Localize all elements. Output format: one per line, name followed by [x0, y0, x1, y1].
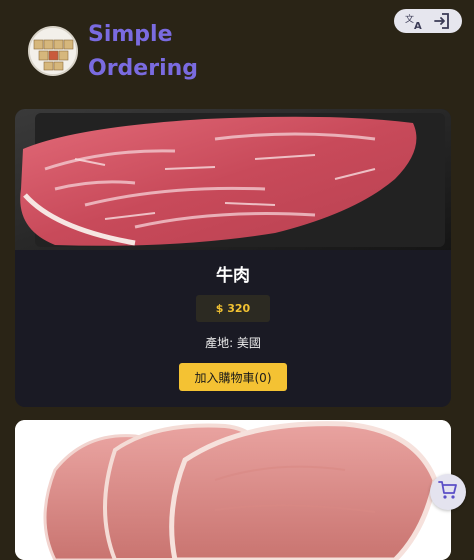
product-origin: 產地: 美國 [205, 336, 261, 350]
login-icon [433, 12, 451, 30]
beef-steak-photo [15, 109, 451, 250]
product-name: 牛肉 [216, 266, 250, 286]
price-badge: $ 320 [196, 295, 270, 322]
brand-line-1: Simple [88, 22, 173, 47]
shopping-cart-icon [438, 480, 458, 505]
brand-line-2: Ordering [88, 56, 199, 81]
add-to-cart-button[interactable]: 加入購物車(0) [179, 363, 287, 391]
language-login-button[interactable]: 文 A [394, 9, 462, 33]
logo [28, 26, 78, 76]
app-header: Simple Ordering 文 A [0, 0, 474, 108]
app-title: Simple Ordering [88, 18, 228, 86]
pork-chop-photo [15, 420, 451, 560]
svg-text:文: 文 [405, 13, 414, 25]
translate-icon: 文 A [405, 12, 427, 30]
cart-button[interactable] [430, 474, 466, 510]
product-card [15, 420, 451, 560]
svg-text:A: A [414, 21, 422, 30]
product-card: 牛肉 $ 320 產地: 美國 加入購物車(0) [15, 109, 451, 407]
